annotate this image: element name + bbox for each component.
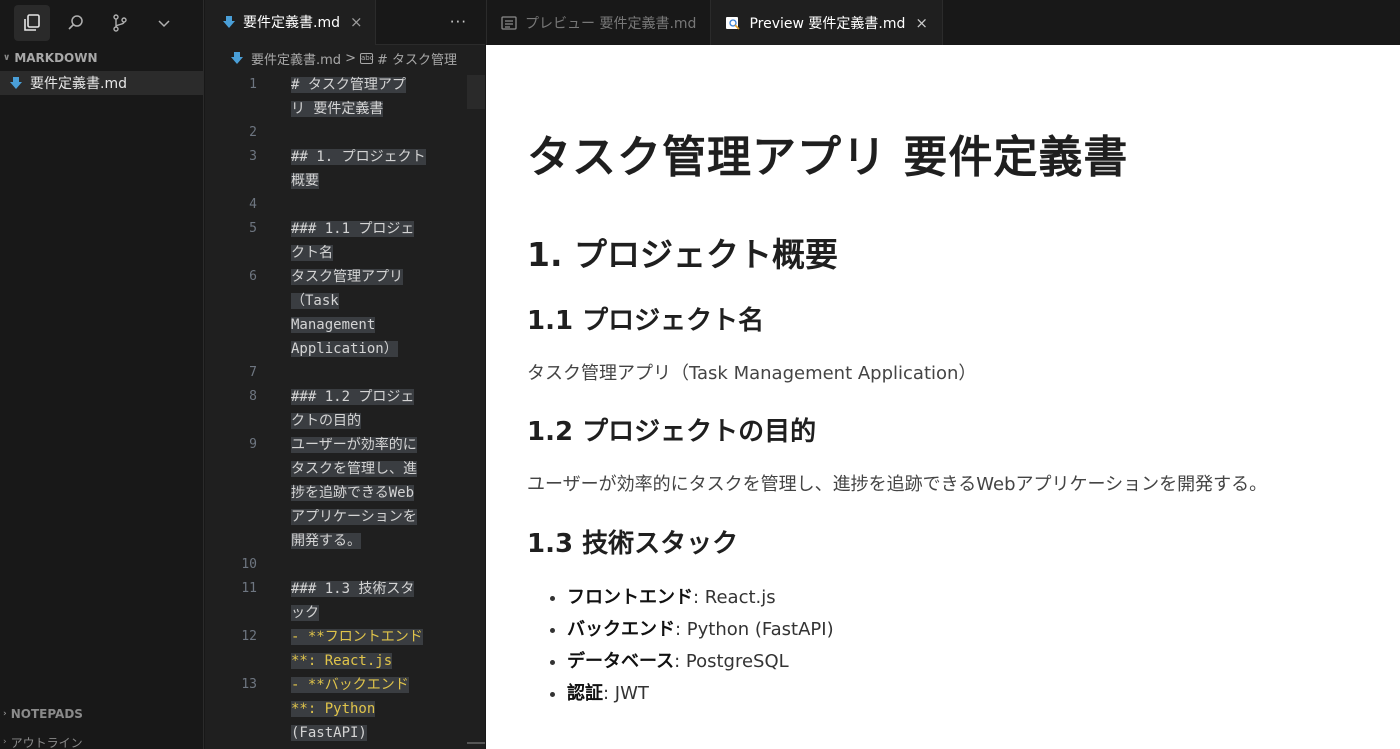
preview-h3-purpose: 1.2 プロジェクトの目的 — [527, 417, 817, 447]
preview-tab-inactive[interactable]: プレビュー 要件定義書.md — [487, 0, 712, 45]
code-line[interactable]: 1 # タスク管理アプリ 要件定義書 — [205, 73, 485, 121]
breadcrumb-symbol[interactable]: # タスク管理 — [377, 49, 457, 68]
markdown-preview: タスク管理アプリ 要件定義書 1. プロジェクト概要 1.1 プロジェクト名 タ… — [486, 45, 1400, 749]
line-text — [291, 553, 459, 577]
line-text: # タスク管理アプリ 要件定義書 — [291, 77, 406, 117]
list-item: 認証: JWT — [567, 678, 1400, 710]
editor-pane: 要件定義書.md × ··· 要件定義書.md > abc # タスク管理 1 #… — [205, 0, 485, 749]
close-icon[interactable]: × — [915, 14, 928, 32]
editor-tab[interactable]: 要件定義書.md × — [205, 0, 376, 45]
code-line[interactable]: 3 ## 1. プロジェクト 概要 — [205, 145, 485, 193]
line-number: 13 — [241, 677, 257, 692]
editor-tab-label: 要件定義書.md — [243, 15, 340, 31]
line-number: 4 — [249, 197, 257, 212]
editor-tabbar: 要件定義書.md × ··· — [205, 0, 485, 45]
list-item: フロントエンド: React.js — [567, 582, 1400, 614]
line-number: 1 — [249, 77, 257, 92]
line-number: 3 — [249, 149, 257, 164]
markdown-file-icon — [10, 77, 22, 89]
code-line[interactable]: 9 ユーザーが効率的に タスクを管理し、進 捗を追跡できるWeb アプリケーションを 開発… — [205, 433, 485, 553]
preview-paragraph-name: タスク管理アプリ（Task Management Application） — [527, 363, 977, 384]
line-text: ### 1.1 プロジェ クト名 — [291, 221, 415, 261]
explorer-icon[interactable] — [14, 4, 50, 41]
breadcrumb: 要件定義書.md > abc # タスク管理 — [205, 45, 485, 71]
code-line[interactable]: 6 タスク管理アプリ （Task Management Application） — [205, 265, 485, 361]
code-line[interactable]: 7 — [205, 361, 485, 385]
sidebar: ∨ MARKDOWN 要件定義書.md › NOTEPADS › アウトライン — [0, 0, 204, 749]
file-name: 要件定義書.md — [30, 76, 127, 92]
line-number: 11 — [241, 581, 257, 596]
source-control-icon[interactable] — [102, 5, 138, 41]
more-actions-button[interactable]: ··· — [450, 13, 467, 31]
preview-paragraph-purpose: ユーザーが効率的にタスクを管理し、進捗を追跡できるWebアプリケーションを開発す… — [527, 474, 1268, 495]
line-number: 2 — [249, 125, 257, 140]
file-item[interactable]: 要件定義書.md — [0, 71, 203, 95]
line-number: 10 — [241, 557, 257, 572]
preview-title: タスク管理アプリ 要件定義書 — [527, 132, 1129, 183]
line-text: - **バックエンド **: Python (FastAPI) — [291, 677, 409, 741]
line-text: ユーザーが効率的に タスクを管理し、進 捗を追跡できるWeb アプリケーションを 開発す… — [291, 437, 417, 549]
code-line[interactable]: 5 ### 1.1 プロジェ クト名 — [205, 217, 485, 265]
breadcrumb-file[interactable]: 要件定義書.md — [251, 49, 341, 68]
code-line[interactable]: 10 — [205, 553, 485, 577]
markdown-file-icon — [223, 16, 235, 28]
section-title: MARKDOWN — [14, 51, 98, 65]
list-item: バックエンド: Python (FastAPI) — [567, 614, 1400, 646]
line-number: 5 — [249, 221, 257, 236]
line-text — [291, 361, 459, 385]
outline-section-header[interactable]: › アウトライン — [0, 730, 204, 749]
notepads-section-header[interactable]: › NOTEPADS — [0, 702, 204, 726]
notepads-label: NOTEPADS — [10, 707, 83, 721]
chevron-right-icon: › — [3, 709, 7, 719]
line-number: 12 — [241, 629, 257, 644]
symbol-string-icon: abc — [359, 52, 374, 64]
preview-tabbar: プレビュー 要件定義書.md Preview 要件定義書.md × — [486, 0, 1400, 45]
preview-icon — [726, 16, 741, 30]
line-number: 7 — [249, 365, 257, 380]
line-text — [291, 121, 459, 145]
code-line[interactable]: 2 — [205, 121, 485, 145]
chevron-down-icon: ∨ — [3, 53, 11, 63]
outline-label: アウトライン — [10, 735, 83, 749]
preview-h3-name: 1.1 プロジェクト名 — [527, 306, 765, 336]
preview-h2: 1. プロジェクト概要 — [527, 235, 838, 274]
line-text: ### 1.2 プロジェ クトの目的 — [291, 389, 415, 429]
line-text: ### 1.3 技術スタ ック — [291, 581, 415, 621]
line-number: 8 — [249, 389, 257, 404]
code-line[interactable]: 11 ### 1.3 技術スタ ック — [205, 577, 485, 625]
line-text: タスク管理アプリ （Task Management Application） — [291, 269, 403, 357]
line-number: 6 — [249, 269, 257, 284]
explorer-section-header[interactable]: ∨ MARKDOWN — [0, 45, 203, 71]
preview-tab-active[interactable]: Preview 要件定義書.md × — [711, 0, 943, 45]
close-icon[interactable]: × — [350, 13, 363, 31]
markdown-file-icon — [231, 52, 243, 64]
scrollbar[interactable] — [467, 742, 485, 744]
list-item: データベース: PostgreSQL — [567, 646, 1400, 678]
breadcrumb-separator: > — [345, 50, 356, 66]
code-area[interactable]: 1 # タスク管理アプリ 要件定義書 2 3 ## 1. プロジェクト 概要 4 5 ### 1… — [205, 73, 485, 745]
preview-tab-inactive-label: プレビュー 要件定義書.md — [525, 15, 697, 32]
search-icon[interactable] — [58, 5, 94, 41]
preview-tab-active-label: Preview 要件定義書.md — [749, 15, 906, 32]
line-text: - **フロントエンド **: React.js — [291, 629, 423, 669]
line-text: ## 1. プロジェクト 概要 — [291, 149, 426, 189]
chevron-down-icon[interactable] — [146, 5, 182, 41]
preview-icon — [501, 15, 517, 30]
code-line[interactable]: 13 - **バックエンド **: Python (FastAPI) — [205, 673, 485, 745]
code-line[interactable]: 8 ### 1.2 プロジェ クトの目的 — [205, 385, 485, 433]
line-number: 9 — [249, 437, 257, 452]
activity-bar — [0, 0, 203, 45]
preview-h3-stack: 1.3 技術スタック — [527, 529, 739, 559]
code-line[interactable]: 4 — [205, 193, 485, 217]
code-line[interactable]: 12 - **フロントエンド **: React.js — [205, 625, 485, 673]
tech-stack-list: フロントエンド: React.js バックエンド: Python (FastAP… — [527, 582, 1400, 710]
chevron-right-icon: › — [3, 737, 7, 747]
line-text — [291, 193, 459, 217]
